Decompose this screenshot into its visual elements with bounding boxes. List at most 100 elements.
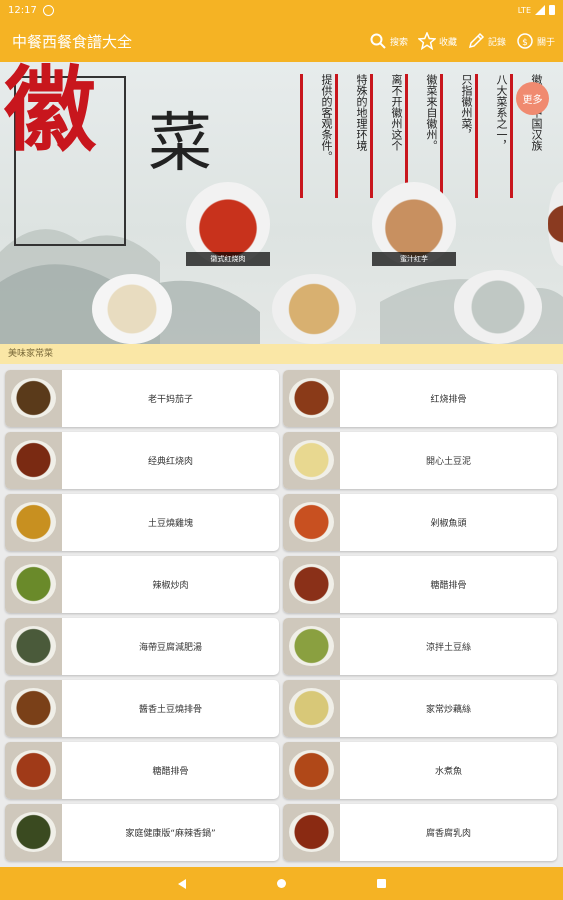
dish-image (454, 270, 542, 344)
recipe-dish-image (11, 440, 56, 480)
recipe-card[interactable]: 水煮魚 (283, 742, 557, 799)
recipe-card[interactable]: 辣椒炒肉 (5, 556, 279, 613)
signal-icon (535, 5, 545, 15)
banner-column: 特殊的地理环境 (335, 74, 368, 198)
recipe-name: 老干妈茄子 (147, 395, 193, 405)
recipe-thumbnail (5, 742, 62, 799)
home-icon (277, 879, 286, 888)
battery-icon (549, 5, 555, 15)
recipe-dish-image (289, 502, 334, 542)
search-label: 搜索 (389, 37, 408, 48)
recipe-thumbnail (283, 680, 340, 737)
recipe-thumbnail (5, 618, 62, 675)
recipe-dish-image (11, 502, 56, 542)
recipe-thumbnail (5, 432, 62, 489)
banner-column: 离不开徽州这个 (370, 74, 403, 198)
recipe-card[interactable]: 家常炒藕絲 (283, 680, 557, 737)
back-button[interactable] (172, 874, 192, 894)
recipe-thumbnail (5, 680, 62, 737)
banner-column: 提供的客观条件。 (300, 74, 333, 198)
dish-partial[interactable] (548, 182, 563, 266)
recipe-card[interactable]: 糖醋排骨 (5, 742, 279, 799)
status-bar: 12:17 LTE (0, 0, 563, 20)
dish-caption: 徽式红烧肉 (186, 252, 270, 266)
network-label: LTE (517, 5, 531, 15)
recipe-name: 红烧排骨 (430, 395, 467, 405)
recipe-dish-image (289, 812, 334, 852)
recipe-card[interactable]: 醬香土豆燒排骨 (5, 680, 279, 737)
dish-soup[interactable] (92, 274, 172, 344)
recipe-thumbnail (283, 618, 340, 675)
recipe-dish-image (289, 688, 334, 728)
favorites-button[interactable]: 收藏 (417, 32, 457, 50)
pencil-icon (468, 32, 485, 49)
status-right: LTE (518, 5, 555, 15)
recipe-card[interactable]: 家庭健康版“麻辣香鍋” (5, 804, 279, 861)
recipe-card[interactable]: 糖醋排骨 (283, 556, 557, 613)
recipe-dish-image (11, 688, 56, 728)
dish-image (548, 182, 563, 266)
recents-button[interactable] (372, 874, 392, 894)
search-button[interactable]: 搜索 (369, 32, 408, 50)
app-bar: 中餐西餐食譜大全 搜索 收藏 記錄 $ 關于 (0, 20, 563, 62)
recipe-thumbnail (5, 370, 62, 427)
recipe-card[interactable]: 土豆燒雞塊 (5, 494, 279, 551)
recipe-card[interactable]: 红烧排骨 (283, 370, 557, 427)
dish-hongshaorou[interactable]: 徽式红烧肉 (186, 182, 270, 266)
recipe-card[interactable]: 開心土豆泥 (283, 432, 557, 489)
recipe-name: 海帶豆腐減肥湯 (138, 643, 202, 653)
dish-caption: 蜜汁红芋 (372, 252, 456, 266)
hui-cuisine-banner[interactable]: 徽 菜 提供的客观条件。 特殊的地理环境 离不开徽州这个 徽菜来自徽州。 只指徽… (0, 62, 563, 344)
back-icon (177, 878, 186, 889)
app-title: 中餐西餐食譜大全 (12, 32, 133, 51)
recipe-dish-image (289, 626, 334, 666)
recipe-card[interactable]: 涼拌土豆絲 (283, 618, 557, 675)
banner-big-char: 徽 (4, 62, 97, 164)
app-actions: 搜索 收藏 記錄 $ 關于 (369, 32, 563, 50)
recents-icon (377, 879, 386, 888)
recipe-thumbnail (283, 432, 340, 489)
dish-fish[interactable] (454, 270, 542, 344)
status-time: 12:17 (8, 4, 37, 16)
recipe-thumbnail (5, 804, 62, 861)
about-label: 關于 (536, 37, 555, 48)
dish-image (272, 274, 356, 344)
recipe-name: 涼拌土豆絲 (425, 643, 471, 653)
banner-text-columns: 提供的客观条件。 特殊的地理环境 离不开徽州这个 徽菜来自徽州。 只指徽州菜， … (300, 74, 543, 198)
recipe-name: 辣椒炒肉 (152, 581, 189, 591)
recipe-dish-image (11, 378, 56, 418)
star-icon (417, 32, 436, 50)
about-button[interactable]: $ 關于 (516, 32, 555, 50)
banner-column: 只指徽州菜， (440, 74, 473, 198)
dish-tofu[interactable] (272, 274, 356, 344)
banner-column: 八大菜系之一， (475, 74, 508, 198)
recipe-thumbnail (283, 556, 340, 613)
recipe-name: 经典红烧肉 (147, 457, 193, 467)
notification-icon (42, 4, 54, 16)
recipe-card[interactable]: 腐香腐乳肉 (283, 804, 557, 861)
recipe-card[interactable]: 剁椒魚頭 (283, 494, 557, 551)
recipe-name: 糖醋排骨 (430, 581, 467, 591)
history-button[interactable]: 記錄 (467, 32, 506, 50)
recipe-name: 腐香腐乳肉 (425, 829, 471, 839)
history-label: 記錄 (487, 37, 506, 48)
banner-column: 徽菜来自徽州。 (405, 74, 438, 198)
more-button[interactable]: 更多 (516, 82, 549, 115)
recipe-thumbnail (5, 556, 62, 613)
favorites-label: 收藏 (438, 37, 457, 48)
recipe-name: 家常炒藕絲 (425, 705, 471, 715)
recipe-name: 糖醋排骨 (152, 767, 189, 777)
recipe-dish-image (11, 564, 56, 604)
section-label: 美味家常菜 (0, 344, 563, 364)
info-icon: $ (517, 33, 533, 49)
recipe-dish-image (11, 750, 56, 790)
recipe-name: 醬香土豆燒排骨 (138, 705, 202, 715)
recipe-card[interactable]: 经典红烧肉 (5, 432, 279, 489)
recipe-card[interactable]: 老干妈茄子 (5, 370, 279, 427)
recipe-dish-image (289, 750, 334, 790)
recipe-card[interactable]: 海帶豆腐減肥湯 (5, 618, 279, 675)
home-button[interactable] (272, 874, 292, 894)
recipe-name: 水煮魚 (434, 767, 462, 777)
recipe-dish-image (289, 564, 334, 604)
dish-mizhihongyu[interactable]: 蜜汁红芋 (372, 182, 456, 266)
